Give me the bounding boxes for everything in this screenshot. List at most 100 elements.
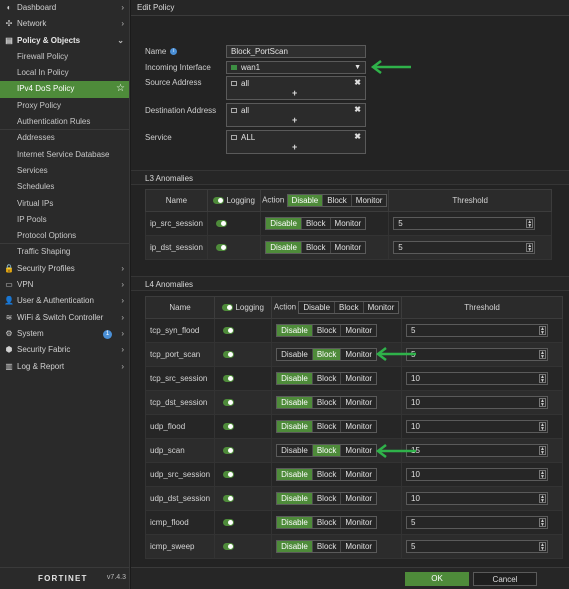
action-monitor-button[interactable]: Monitor (330, 218, 366, 229)
sidebar-item-dashboard[interactable]: ◐ › Dashboard (0, 0, 129, 16)
action-monitor-button[interactable]: Monitor (341, 373, 377, 384)
stepper-icon[interactable]: ▲ ▼ (539, 374, 547, 384)
sidebar-item-ipv4-dos-policy[interactable]: IPv4 DoS Policy ☆ (0, 81, 129, 98)
add-service-button[interactable]: + (292, 142, 297, 152)
remove-icon[interactable]: ✖ (354, 132, 361, 141)
add-source-button[interactable]: + (292, 88, 297, 98)
logging-toggle[interactable] (223, 543, 235, 551)
add-destination-button[interactable]: + (292, 115, 297, 125)
sidebar-item-authentication-rules[interactable]: Authentication Rules (0, 114, 129, 131)
action-monitor-button[interactable]: Monitor (341, 325, 377, 336)
bulk-block-button[interactable]: Block (335, 302, 364, 313)
sidebar-item-log-report[interactable]: ▥ › Log & Report (0, 359, 129, 375)
action-disable-button[interactable]: Disable (277, 325, 313, 336)
stepper-icon[interactable]: ▲ ▼ (539, 326, 547, 336)
stepper-icon[interactable]: ▲ ▼ (539, 494, 547, 504)
sidebar-item-policy-objects[interactable]: ▤ ⌄ Policy & Objects (0, 33, 129, 49)
action-selector[interactable]: Disable Block Monitor (276, 372, 378, 385)
action-selector[interactable]: Disable Block Monitor (276, 540, 378, 553)
action-disable-button[interactable]: Disable (277, 349, 313, 360)
action-selector[interactable]: Disable Block Monitor (276, 492, 378, 505)
threshold-input[interactable]: 5▲▼ (406, 324, 549, 337)
action-disable-button[interactable]: Disable (277, 541, 313, 552)
logging-toggle[interactable] (223, 447, 235, 455)
action-monitor-button[interactable]: Monitor (341, 517, 377, 528)
action-disable-button[interactable]: Disable (277, 469, 313, 480)
stepper-icon[interactable]: ▲ ▼ (539, 470, 547, 480)
source-address-field[interactable]: all ✖ + (226, 76, 366, 100)
action-block-button[interactable]: Block (312, 349, 342, 360)
stepper-icon[interactable]: ▲ ▼ (539, 422, 547, 432)
sidebar-item-proxy-policy[interactable]: Proxy Policy (0, 98, 129, 114)
action-disable-button[interactable]: Disable (266, 242, 302, 253)
logging-toggle[interactable] (223, 423, 235, 431)
cancel-button[interactable]: Cancel (473, 572, 537, 586)
sidebar-item-traffic-shaping[interactable]: Traffic Shaping (0, 244, 129, 260)
action-block-button[interactable]: Block (301, 242, 331, 253)
remove-icon[interactable]: ✖ (354, 105, 361, 114)
action-monitor-button[interactable]: Monitor (341, 445, 377, 456)
action-disable-button[interactable]: Disable (277, 373, 313, 384)
action-monitor-button[interactable]: Monitor (341, 493, 377, 504)
action-monitor-button[interactable]: Monitor (341, 541, 377, 552)
threshold-input[interactable]: 5▲▼ (393, 217, 536, 230)
threshold-input[interactable]: 5▲▼ (406, 540, 549, 553)
sidebar-item-vpn[interactable]: ▭ › VPN (0, 277, 129, 293)
action-block-button[interactable]: Block (312, 421, 342, 432)
action-block-button[interactable]: Block (312, 325, 342, 336)
action-selector[interactable]: Disable Block Monitor (276, 516, 378, 529)
sidebar-item-protocol-options[interactable]: Protocol Options (0, 228, 129, 245)
threshold-input[interactable]: 10 ▲ ▼ (406, 372, 549, 385)
remove-icon[interactable]: ✖ (354, 78, 361, 87)
sidebar-item-firewall-policy[interactable]: Firewall Policy (0, 49, 129, 65)
action-disable-button[interactable]: Disable (277, 397, 313, 408)
sidebar-item-security-fabric[interactable]: ⬢ › Security Fabric (0, 342, 129, 358)
name-field[interactable]: Block_PortScan (226, 45, 366, 58)
action-selector[interactable]: Disable Block Monitor (276, 396, 378, 409)
star-icon[interactable]: ☆ (116, 81, 125, 97)
bulk-monitor-button[interactable]: Monitor (351, 195, 387, 206)
stepper-icon[interactable]: ▲ ▼ (539, 542, 547, 552)
info-icon[interactable]: i (170, 48, 178, 56)
logging-toggle[interactable] (223, 471, 235, 479)
sidebar-item-services[interactable]: Services (0, 163, 129, 179)
stepper-icon[interactable]: ▲ ▼ (526, 243, 534, 253)
action-disable-button[interactable]: Disable (277, 493, 313, 504)
logging-toggle[interactable] (213, 197, 225, 205)
logging-toggle[interactable] (223, 327, 235, 335)
stepper-icon[interactable]: ▲ ▼ (539, 350, 547, 360)
action-selector[interactable]: Disable Block Monitor (265, 217, 367, 230)
sidebar-item-internet-service-database[interactable]: Internet Service Database (0, 147, 129, 163)
stepper-icon[interactable]: ▲ ▼ (526, 219, 534, 229)
action-selector[interactable]: Disable Block Monitor (276, 468, 378, 481)
incoming-interface-select[interactable]: wan1 ▼ (226, 61, 366, 74)
sidebar-item-user-authentication[interactable]: 👤 › User & Authentication (0, 293, 129, 309)
logging-toggle[interactable] (223, 495, 235, 503)
sidebar-item-addresses[interactable]: Addresses (0, 130, 129, 146)
bulk-monitor-button[interactable]: Monitor (363, 302, 399, 313)
threshold-input[interactable]: 10 ▲ ▼ (406, 396, 549, 409)
sidebar-item-ip-pools[interactable]: IP Pools (0, 212, 129, 228)
bulk-disable-button[interactable]: Disable (299, 302, 336, 313)
threshold-input[interactable]: 5▲▼ (393, 241, 536, 254)
logging-toggle[interactable] (223, 375, 235, 383)
sidebar-item-wifi-switch-controller[interactable]: ≋ › WiFi & Switch Controller (0, 310, 129, 326)
stepper-icon[interactable]: ▲ ▼ (539, 446, 547, 456)
action-disable-button[interactable]: Disable (277, 421, 313, 432)
stepper-icon[interactable]: ▲ ▼ (539, 398, 547, 408)
action-block-button[interactable]: Block (301, 218, 331, 229)
logging-toggle[interactable] (223, 519, 235, 527)
action-bulk-selector[interactable]: Disable Block Monitor (298, 301, 400, 314)
logging-toggle[interactable] (223, 399, 235, 407)
threshold-input[interactable]: 5▲▼ (406, 516, 549, 529)
action-monitor-button[interactable]: Monitor (341, 349, 377, 360)
threshold-input[interactable]: 15▲▼ (406, 444, 549, 457)
action-selector[interactable]: Disable Block Monitor (276, 348, 378, 361)
action-block-button[interactable]: Block (312, 445, 342, 456)
sidebar-item-schedules[interactable]: Schedules (0, 179, 129, 195)
action-block-button[interactable]: Block (312, 397, 342, 408)
logging-toggle[interactable] (223, 351, 235, 359)
logging-toggle[interactable] (222, 304, 234, 312)
action-bulk-selector[interactable]: Disable Block Monitor (286, 194, 388, 207)
action-selector[interactable]: Disable Block Monitor (276, 420, 378, 433)
